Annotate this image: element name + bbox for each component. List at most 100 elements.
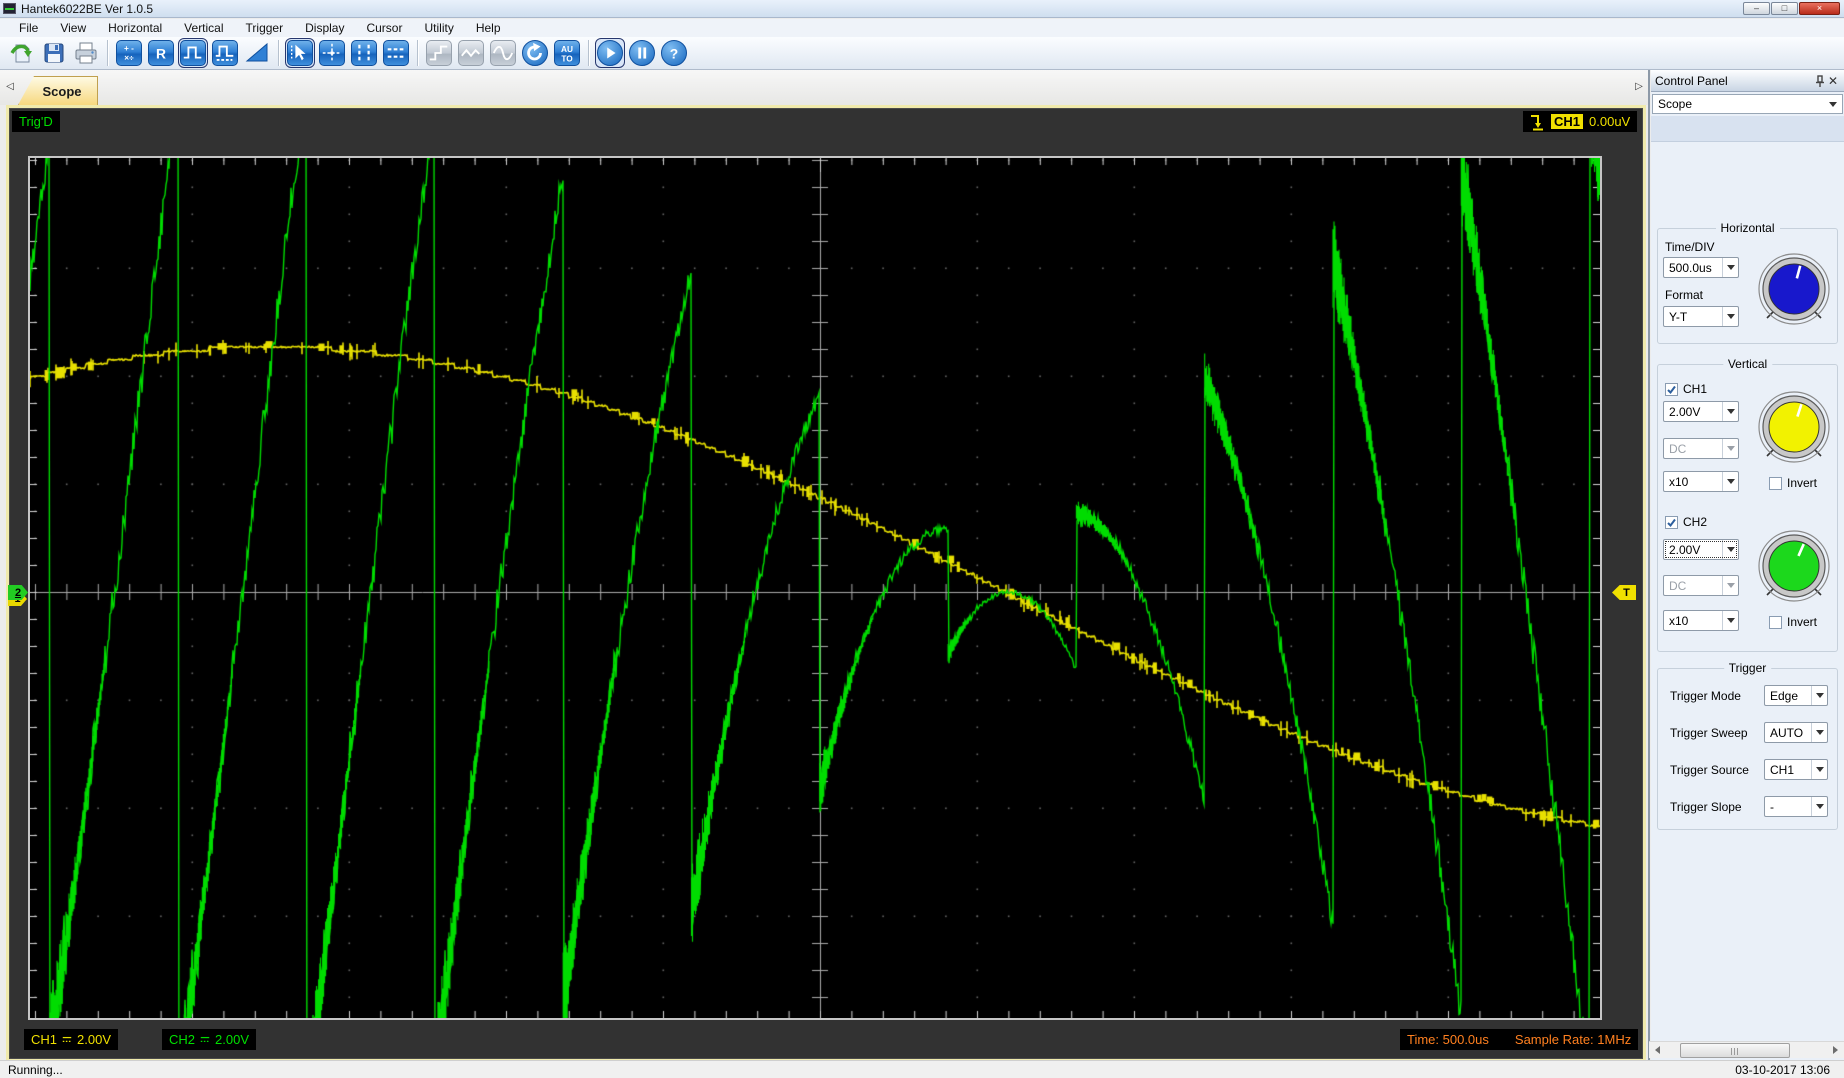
auto-icon: AU TO bbox=[554, 40, 580, 66]
panel-band bbox=[1651, 116, 1844, 142]
ref-icon: R bbox=[148, 40, 174, 66]
reference-button[interactable]: R bbox=[147, 39, 175, 67]
ch1-invert-checkbox[interactable]: Invert bbox=[1769, 476, 1817, 490]
waveform-average-button[interactable] bbox=[211, 39, 239, 67]
scrollbar-thumb[interactable] bbox=[1680, 1042, 1790, 1058]
close-button[interactable]: × bbox=[1799, 2, 1840, 15]
time-per-div: Time: 500.0us bbox=[1407, 1032, 1489, 1047]
zigzag-wave-button[interactable] bbox=[457, 39, 485, 67]
trigger-row-label: Trigger Sweep bbox=[1670, 726, 1748, 740]
hbars-icon bbox=[383, 40, 409, 66]
trigger-edge-icon bbox=[1531, 114, 1543, 130]
help-button[interactable]: ? bbox=[660, 39, 688, 67]
minimize-button[interactable]: – bbox=[1743, 2, 1770, 15]
ramp-button[interactable] bbox=[243, 39, 271, 67]
play-icon bbox=[597, 40, 623, 66]
trigger-source-select[interactable]: CH1 bbox=[1764, 759, 1828, 780]
start-button[interactable] bbox=[595, 38, 625, 68]
ch2-probe-select[interactable]: x10 bbox=[1663, 610, 1739, 631]
trigger-mode-select[interactable]: Edge bbox=[1764, 685, 1828, 706]
toolbar: + - ×÷ R AU TO? bbox=[0, 37, 1844, 70]
horizontal-group-title: Horizontal bbox=[1715, 221, 1780, 235]
dc-coupling-icon bbox=[62, 1036, 72, 1043]
vertical-group-title: Vertical bbox=[1722, 357, 1773, 371]
step-wave-button[interactable] bbox=[425, 39, 453, 67]
timebase-readout: Time: 500.0us Sample Rate: 1MHz bbox=[1400, 1029, 1639, 1050]
ch2-volts-div: 2.00V bbox=[215, 1032, 249, 1047]
svg-text:?: ? bbox=[670, 46, 678, 62]
tab-bar: ◁ Scope ▷ bbox=[0, 70, 1649, 105]
refresh-button[interactable] bbox=[521, 39, 549, 67]
ch2-enable-checkbox[interactable]: CH2 bbox=[1665, 515, 1707, 529]
sine-wave-button[interactable] bbox=[489, 39, 517, 67]
tab-scroll-right-icon[interactable]: ▷ bbox=[1632, 79, 1646, 95]
scroll-right-icon[interactable] bbox=[1827, 1042, 1844, 1059]
time-div-select[interactable]: 500.0us bbox=[1663, 257, 1739, 278]
control-panel-header: Control Panel ✕ bbox=[1651, 70, 1844, 92]
svg-text:TO: TO bbox=[561, 53, 573, 63]
cursor-arrow-button[interactable] bbox=[285, 38, 315, 68]
window-title: Hantek6022BE Ver 1.0.5 bbox=[21, 1, 154, 16]
print-button[interactable] bbox=[72, 39, 100, 67]
sample-rate: Sample Rate: 1MHz bbox=[1514, 1032, 1632, 1047]
auto-set-button[interactable]: AU TO bbox=[553, 39, 581, 67]
tab-scroll-left-icon[interactable]: ◁ bbox=[3, 79, 17, 95]
menu-display[interactable]: Display bbox=[294, 20, 355, 36]
trigger-slope-select[interactable]: - bbox=[1764, 796, 1828, 817]
menu-cursor[interactable]: Cursor bbox=[355, 20, 413, 36]
pause-button[interactable] bbox=[628, 39, 656, 67]
menu-vertical[interactable]: Vertical bbox=[173, 20, 234, 36]
menu-horizontal[interactable]: Horizontal bbox=[97, 20, 173, 36]
application-window: Hantek6022BE Ver 1.0.5 – □ × File View Hor… bbox=[0, 0, 1844, 1078]
scope-screen[interactable] bbox=[28, 156, 1602, 1020]
trigger-status-readout: Trig'D bbox=[12, 111, 60, 132]
ch1-probe-select[interactable]: x10 bbox=[1663, 471, 1739, 492]
ch2-readout: CH2 2.00V bbox=[162, 1029, 256, 1050]
menu-utility[interactable]: Utility bbox=[413, 20, 464, 36]
panel-mode-value: Scope bbox=[1658, 97, 1693, 111]
menu-file[interactable]: File bbox=[8, 20, 49, 36]
ch2-coupling-select[interactable]: DC bbox=[1663, 575, 1739, 596]
waveform-canvas bbox=[30, 158, 1600, 1018]
open-button[interactable] bbox=[8, 39, 36, 67]
panel-mode-select[interactable]: Scope bbox=[1652, 94, 1843, 114]
math-button[interactable]: + - ×÷ bbox=[115, 39, 143, 67]
waveform-normal-button[interactable] bbox=[178, 38, 208, 68]
cursor-vertical-button[interactable] bbox=[350, 39, 378, 67]
close-panel-icon[interactable]: ✕ bbox=[1826, 74, 1840, 88]
scroll-left-icon[interactable] bbox=[1649, 1042, 1666, 1059]
maximize-button[interactable]: □ bbox=[1771, 2, 1798, 15]
format-select[interactable]: Y-T bbox=[1663, 306, 1739, 327]
horizontal-knob[interactable] bbox=[1757, 252, 1831, 335]
ch2-position-knob[interactable] bbox=[1757, 529, 1831, 612]
cursor-cross-button[interactable] bbox=[318, 39, 346, 67]
ch1-volts-select[interactable]: 2.00V bbox=[1663, 401, 1739, 422]
menu-bar: File View Horizontal Vertical Trigger Display… bbox=[0, 19, 1844, 37]
pulse-icon bbox=[180, 40, 206, 66]
ch2-invert-checkbox[interactable]: Invert bbox=[1769, 615, 1817, 629]
trigger-sweep-select[interactable]: AUTO bbox=[1764, 722, 1828, 743]
panel-scrollbar[interactable] bbox=[1649, 1041, 1844, 1058]
cursor-horizontal-button[interactable] bbox=[382, 39, 410, 67]
trigger-row-label: Trigger Mode bbox=[1670, 689, 1741, 703]
ch2-volts-select[interactable]: 2.00V bbox=[1663, 539, 1739, 560]
ch1-position-knob[interactable] bbox=[1757, 390, 1831, 473]
menu-view[interactable]: View bbox=[49, 20, 97, 36]
tab-scope[interactable]: Scope bbox=[18, 76, 98, 105]
pulse2-icon bbox=[212, 40, 238, 66]
refresh-icon bbox=[522, 40, 548, 66]
trigger-level-value: 0.00uV bbox=[1589, 114, 1631, 129]
ch2-label: CH2 bbox=[169, 1032, 196, 1047]
menu-trigger[interactable]: Trigger bbox=[235, 20, 295, 36]
chevron-down-icon bbox=[1829, 101, 1837, 107]
trigger-group-title: Trigger bbox=[1723, 661, 1772, 675]
trigger-row-label: Trigger Slope bbox=[1670, 800, 1742, 814]
pin-icon[interactable] bbox=[1814, 74, 1826, 88]
ch1-coupling-select[interactable]: DC bbox=[1663, 438, 1739, 459]
sine-icon bbox=[490, 40, 516, 66]
cursor-icon bbox=[287, 40, 313, 66]
ch1-readout: CH1 2.00V bbox=[24, 1029, 118, 1050]
save-button[interactable] bbox=[40, 39, 68, 67]
menu-help[interactable]: Help bbox=[465, 20, 512, 36]
ch1-enable-checkbox[interactable]: CH1 bbox=[1665, 382, 1707, 396]
